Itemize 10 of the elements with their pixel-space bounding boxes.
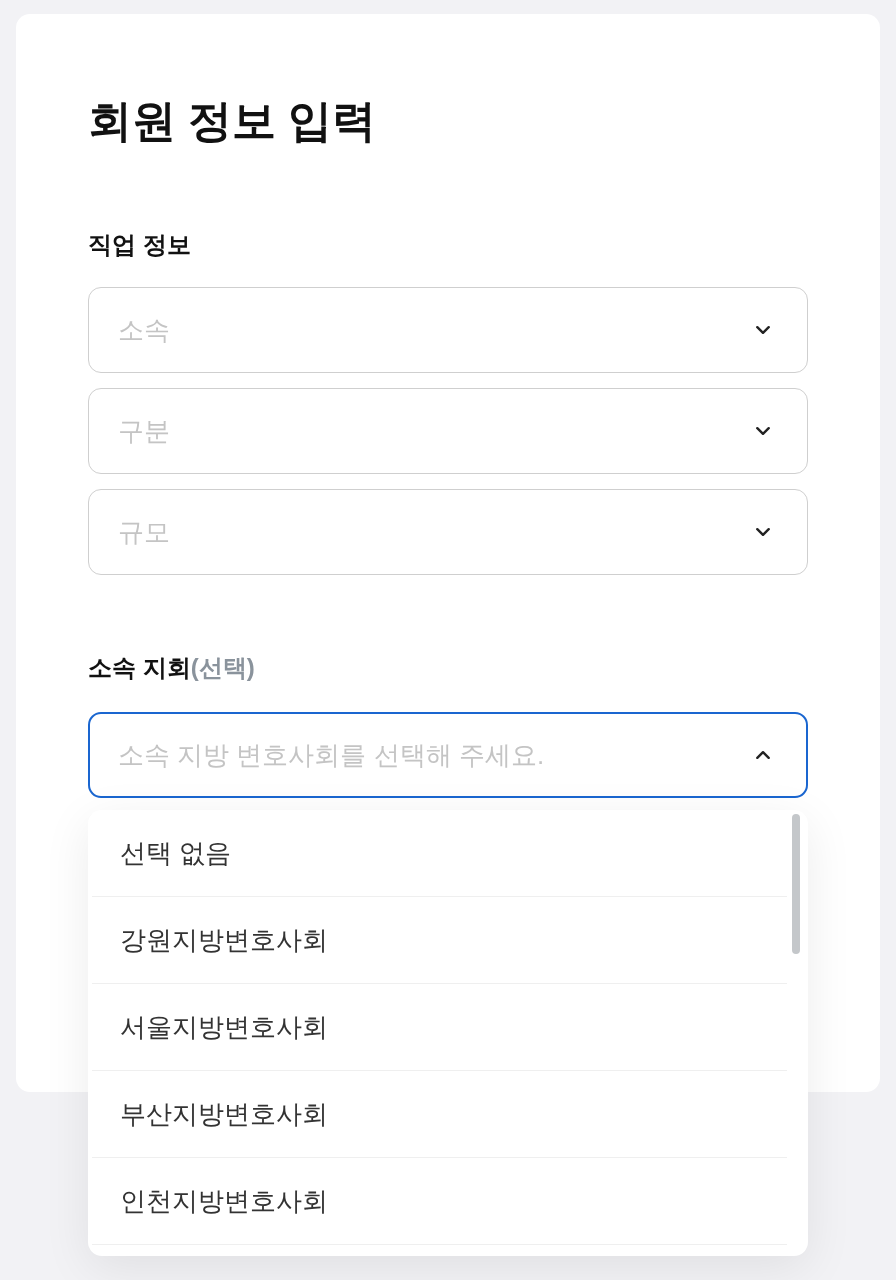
dropdown-option[interactable]: 선택 없음	[92, 810, 787, 897]
optional-note: (선택)	[190, 653, 255, 683]
chevron-down-icon	[756, 427, 770, 435]
section-label: 소속 지회	[88, 653, 191, 683]
page-title: 회원 정보 입력	[88, 95, 378, 147]
chevron-up-icon	[756, 751, 770, 759]
chevron-down-icon	[756, 528, 770, 536]
scrollbar-thumb[interactable]	[792, 814, 800, 954]
section-label: 직업 정보	[88, 230, 191, 260]
chevron-down-icon	[756, 326, 770, 334]
